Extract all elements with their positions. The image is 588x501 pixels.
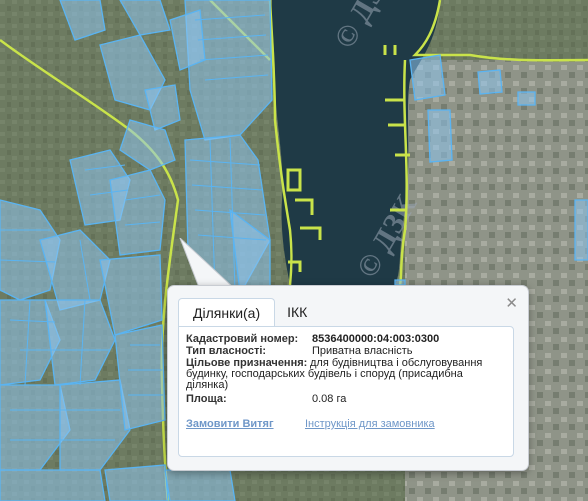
ownership-value: Приватна власність (312, 345, 413, 357)
close-icon[interactable]: ✕ (505, 294, 518, 312)
ownership-label: Тип власності: (186, 345, 267, 357)
area-label: Площа: (186, 393, 227, 405)
popup-pointer (179, 238, 237, 290)
purpose-continuation: будинку, господарських будівель і споруд… (186, 369, 506, 393)
cadastral-value: 8536400000:04:003:0300 (312, 333, 440, 345)
cadastral-label: Кадастровий номер: (186, 333, 299, 345)
popup-tabs: Ділянки(а) ІКК (178, 298, 319, 326)
purpose-value-rest: будинку, господарських будівель і споруд… (186, 368, 463, 391)
area-value: 0.08 га (312, 393, 347, 405)
order-extract-link[interactable]: Замовити Витяг (186, 418, 274, 430)
parcel-details-panel: Кадастровий номер: 8536400000:04:003:030… (178, 326, 514, 457)
tab-parcels[interactable]: Ділянки(а) (178, 298, 276, 326)
parcel-info-popup: Ділянки(а) ІКК ✕ Кадастровий номер: 8536… (167, 285, 529, 471)
tab-ikk[interactable]: ІКК (275, 298, 319, 326)
instructions-link[interactable]: Інструкція для замовника (305, 418, 435, 430)
